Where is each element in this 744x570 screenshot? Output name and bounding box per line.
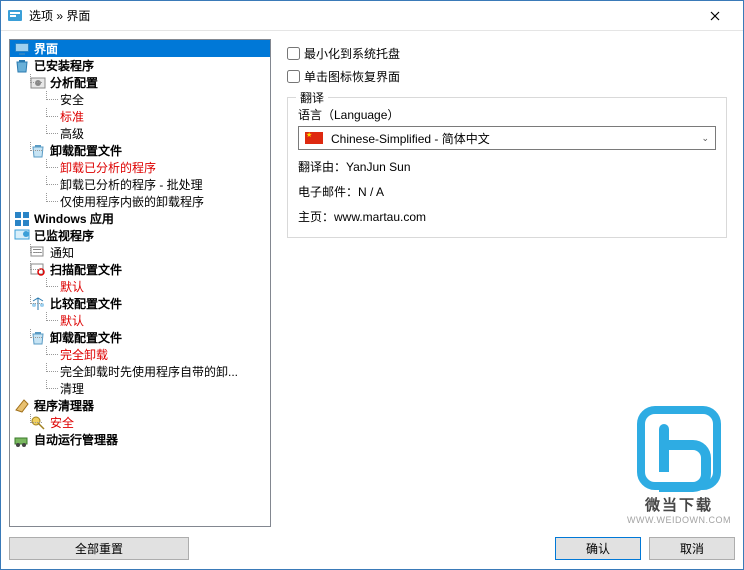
tree-full-uninstall[interactable]: 完全卸载 bbox=[10, 346, 270, 363]
translator-homepage: 主页：www.martau.com bbox=[298, 208, 716, 225]
windows-icon bbox=[14, 211, 30, 227]
reset-all-button[interactable]: 全部重置 bbox=[9, 537, 189, 560]
tree-autorun-manager[interactable]: 自动运行管理器 bbox=[10, 431, 270, 448]
footer: 全部重置 确认 取消 bbox=[1, 527, 743, 569]
minimize-checkbox[interactable] bbox=[287, 47, 300, 60]
language-value: Chinese-Simplified - 简体中文 bbox=[331, 130, 701, 147]
titlebar: 选项 » 界面 bbox=[1, 1, 743, 31]
autorun-icon bbox=[14, 432, 30, 448]
close-button[interactable] bbox=[693, 2, 737, 30]
tree-full-builtin-first[interactable]: 完全卸载时先使用程序自带的卸... bbox=[10, 363, 270, 380]
tree-scan-config[interactable]: 扫描配置文件 bbox=[10, 261, 270, 278]
tree-monitored[interactable]: 已监视程序 bbox=[10, 227, 270, 244]
language-label: 语言（Language） bbox=[298, 106, 716, 123]
tree-safe[interactable]: 安全 bbox=[10, 91, 270, 108]
tree-interface[interactable]: 界面 bbox=[10, 40, 270, 57]
language-select[interactable]: Chinese-Simplified - 简体中文 ⌄ bbox=[298, 126, 716, 150]
trash-icon bbox=[14, 58, 30, 74]
tree-default1[interactable]: 默认 bbox=[10, 278, 270, 295]
restore-checkbox[interactable] bbox=[287, 70, 300, 83]
minimize-label: 最小化到系统托盘 bbox=[304, 45, 400, 62]
chevron-down-icon: ⌄ bbox=[701, 133, 709, 144]
tree-installed-programs[interactable]: 已安装程序 bbox=[10, 57, 270, 74]
tree-uninstall-config[interactable]: 卸载配置文件 bbox=[10, 142, 270, 159]
translation-group: 翻译 语言（Language） Chinese-Simplified - 简体中… bbox=[287, 97, 727, 238]
settings-tree[interactable]: 界面 已安装程序 分析配置 安全 标准 高级 卸载配置文件 卸载已分析的程序 bbox=[9, 39, 271, 527]
monitor-icon bbox=[14, 41, 30, 57]
monitor2-icon bbox=[14, 228, 30, 244]
tree-default2[interactable]: 默认 bbox=[10, 312, 270, 329]
tree-program-cleaner[interactable]: 程序清理器 bbox=[10, 397, 270, 414]
tree-compare-config[interactable]: 比较配置文件 bbox=[10, 295, 270, 312]
tree-only-builtin[interactable]: 仅使用程序内嵌的卸载程序 bbox=[10, 193, 270, 210]
app-icon bbox=[7, 8, 23, 24]
tree-analysis-config[interactable]: 分析配置 bbox=[10, 74, 270, 91]
translated-by: 翻译由：YanJun Sun bbox=[298, 158, 716, 175]
restore-checkbox-row[interactable]: 单击图标恢复界面 bbox=[287, 68, 727, 85]
translation-group-title: 翻译 bbox=[296, 89, 328, 106]
restore-label: 单击图标恢复界面 bbox=[304, 68, 400, 85]
tree-standard[interactable]: 标准 bbox=[10, 108, 270, 125]
tree-windows-apps[interactable]: Windows 应用 bbox=[10, 210, 270, 227]
tree-uninstall-config2[interactable]: 卸载配置文件 bbox=[10, 329, 270, 346]
tree-cleanup[interactable]: 清理 bbox=[10, 380, 270, 397]
china-flag-icon bbox=[305, 132, 323, 144]
settings-panel: 最小化到系统托盘 单击图标恢复界面 翻译 语言（Language） Chines… bbox=[279, 39, 735, 527]
translator-email: 电子邮件：N / A bbox=[298, 183, 716, 200]
cancel-button[interactable]: 取消 bbox=[649, 537, 735, 560]
ok-button[interactable]: 确认 bbox=[555, 537, 641, 560]
minimize-checkbox-row[interactable]: 最小化到系统托盘 bbox=[287, 45, 727, 62]
tree-notifications[interactable]: 通知 bbox=[10, 244, 270, 261]
tree-uninstall-analyzed[interactable]: 卸载已分析的程序 bbox=[10, 159, 270, 176]
broom-icon bbox=[14, 398, 30, 414]
titlebar-text: 选项 » 界面 bbox=[29, 7, 693, 24]
tree-cleaner-safe[interactable]: 安全 bbox=[10, 414, 270, 431]
tree-advanced[interactable]: 高级 bbox=[10, 125, 270, 142]
tree-uninstall-batch[interactable]: 卸载已分析的程序 - 批处理 bbox=[10, 176, 270, 193]
